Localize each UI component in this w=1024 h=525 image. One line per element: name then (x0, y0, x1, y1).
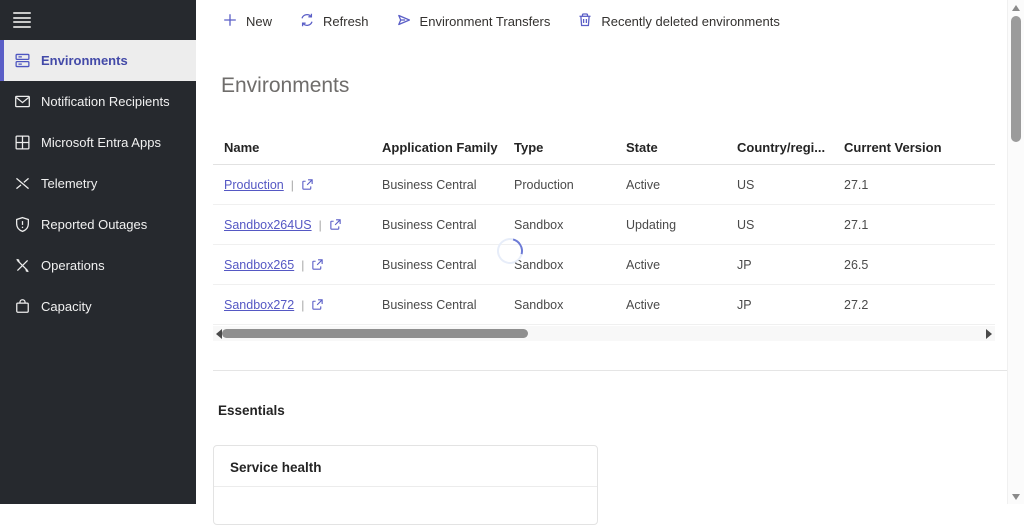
table-row: Sandbox272 | Business Central Sandbox Ac… (213, 285, 995, 325)
tools-icon (14, 257, 31, 274)
environment-transfers-label: Environment Transfers (419, 13, 551, 29)
cell-country: JP (737, 297, 752, 312)
cell-current-version: 27.1 (844, 217, 869, 232)
table-row: Sandbox264US | Business Central Sandbox … (213, 205, 995, 245)
refresh-button-label: Refresh (323, 13, 369, 29)
cell-application-family: Business Central (382, 217, 477, 232)
cell-current-version: 26.5 (844, 257, 869, 272)
environment-link[interactable]: Production (224, 178, 284, 192)
plus-icon (222, 12, 238, 31)
cell-state: Updating (626, 217, 677, 232)
environment-transfers-button[interactable]: Environment Transfers (396, 12, 551, 31)
sidebar-item-label: Environments (41, 53, 128, 68)
transfer-icon (396, 12, 412, 31)
sidebar-item-label: Microsoft Entra Apps (41, 135, 161, 150)
sidebar-item-label: Reported Outages (41, 217, 148, 232)
cell-current-version: 27.1 (844, 177, 869, 192)
cell-state: Active (626, 177, 661, 192)
environment-link[interactable]: Sandbox272 (224, 298, 294, 312)
column-header-name[interactable]: Name (213, 140, 371, 155)
section-divider (213, 370, 1007, 371)
environment-link[interactable]: Sandbox264US (224, 218, 312, 232)
sidebar-item-telemetry[interactable]: Telemetry (0, 163, 196, 204)
deleted-bin-icon (577, 12, 593, 31)
separator: | (301, 297, 305, 312)
service-health-card: Service health (213, 445, 598, 525)
recently-deleted-button[interactable]: Recently deleted environments (577, 12, 780, 31)
column-header-application-family[interactable]: Application Family (371, 140, 503, 155)
separator: | (301, 257, 305, 272)
refresh-icon (299, 12, 315, 31)
cell-type: Sandbox (514, 297, 564, 312)
sidebar-item-label: Capacity (41, 299, 92, 314)
open-environment-icon[interactable] (311, 258, 324, 271)
telemetry-icon (14, 175, 31, 192)
column-header-country[interactable]: Country/regi... (726, 140, 833, 155)
sidebar-item-environments[interactable]: Environments (0, 40, 196, 81)
recently-deleted-label: Recently deleted environments (601, 13, 780, 29)
sidebar-item-label: Operations (41, 258, 105, 273)
service-health-title: Service health (214, 446, 597, 487)
separator: | (318, 217, 322, 232)
scroll-down-icon[interactable] (1012, 494, 1020, 500)
sidebar-item-label: Notification Recipients (41, 94, 170, 109)
cell-country: JP (737, 257, 752, 272)
scroll-up-icon[interactable] (1012, 5, 1020, 11)
cell-type: Production (514, 177, 574, 192)
column-header-current-version[interactable]: Current Version (833, 140, 995, 155)
column-header-type[interactable]: Type (503, 140, 615, 155)
sidebar-item-label: Telemetry (41, 176, 98, 191)
environments-icon (14, 52, 31, 69)
cell-state: Active (626, 257, 661, 272)
main-content: New Refresh Environment Transfers Recent… (196, 0, 1007, 525)
environment-link[interactable]: Sandbox265 (224, 258, 294, 272)
cell-current-version: 27.2 (844, 297, 869, 312)
open-environment-icon[interactable] (311, 298, 324, 311)
sidebar-nav: Environments Notification Recipients Mic… (0, 40, 196, 327)
new-button[interactable]: New (222, 12, 272, 31)
sidebar-item-capacity[interactable]: Capacity (0, 286, 196, 327)
apps-grid-icon (14, 134, 31, 151)
table-row: Sandbox265 | Business Central Sandbox Ac… (213, 245, 995, 285)
column-header-state[interactable]: State (615, 140, 726, 155)
cell-type: Sandbox (514, 217, 564, 232)
horizontal-scrollbar-thumb[interactable] (222, 329, 528, 338)
open-environment-icon[interactable] (329, 218, 342, 231)
cell-application-family: Business Central (382, 297, 477, 312)
cell-country: US (737, 177, 755, 192)
cell-application-family: Business Central (382, 257, 477, 272)
sidebar-item-notification-recipients[interactable]: Notification Recipients (0, 81, 196, 122)
vertical-scrollbar[interactable] (1007, 0, 1024, 504)
command-bar: New Refresh Environment Transfers Recent… (222, 9, 780, 33)
table-row: Production | Business Central Production… (213, 165, 995, 205)
cell-application-family: Business Central (382, 177, 477, 192)
open-environment-icon[interactable] (301, 178, 314, 191)
horizontal-scrollbar[interactable] (213, 326, 995, 341)
new-button-label: New (246, 13, 273, 29)
bag-icon (14, 298, 31, 315)
page-title: Environments (221, 74, 350, 97)
sidebar: Environments Notification Recipients Mic… (0, 0, 196, 504)
environments-table: Name Application Family Type State Count… (213, 134, 995, 325)
table-header-row: Name Application Family Type State Count… (213, 134, 995, 165)
scroll-right-icon[interactable] (986, 328, 992, 339)
mail-icon (14, 93, 31, 110)
sidebar-item-microsoft-entra-apps[interactable]: Microsoft Entra Apps (0, 122, 196, 163)
shield-alert-icon (14, 216, 31, 233)
sidebar-item-reported-outages[interactable]: Reported Outages (0, 204, 196, 245)
hamburger-menu-icon[interactable] (13, 12, 31, 28)
vertical-scrollbar-thumb[interactable] (1011, 16, 1021, 142)
cell-country: US (737, 217, 755, 232)
separator: | (290, 177, 294, 192)
refresh-button[interactable]: Refresh (299, 12, 369, 31)
cell-state: Active (626, 297, 661, 312)
sidebar-item-operations[interactable]: Operations (0, 245, 196, 286)
essentials-heading: Essentials (218, 403, 285, 418)
